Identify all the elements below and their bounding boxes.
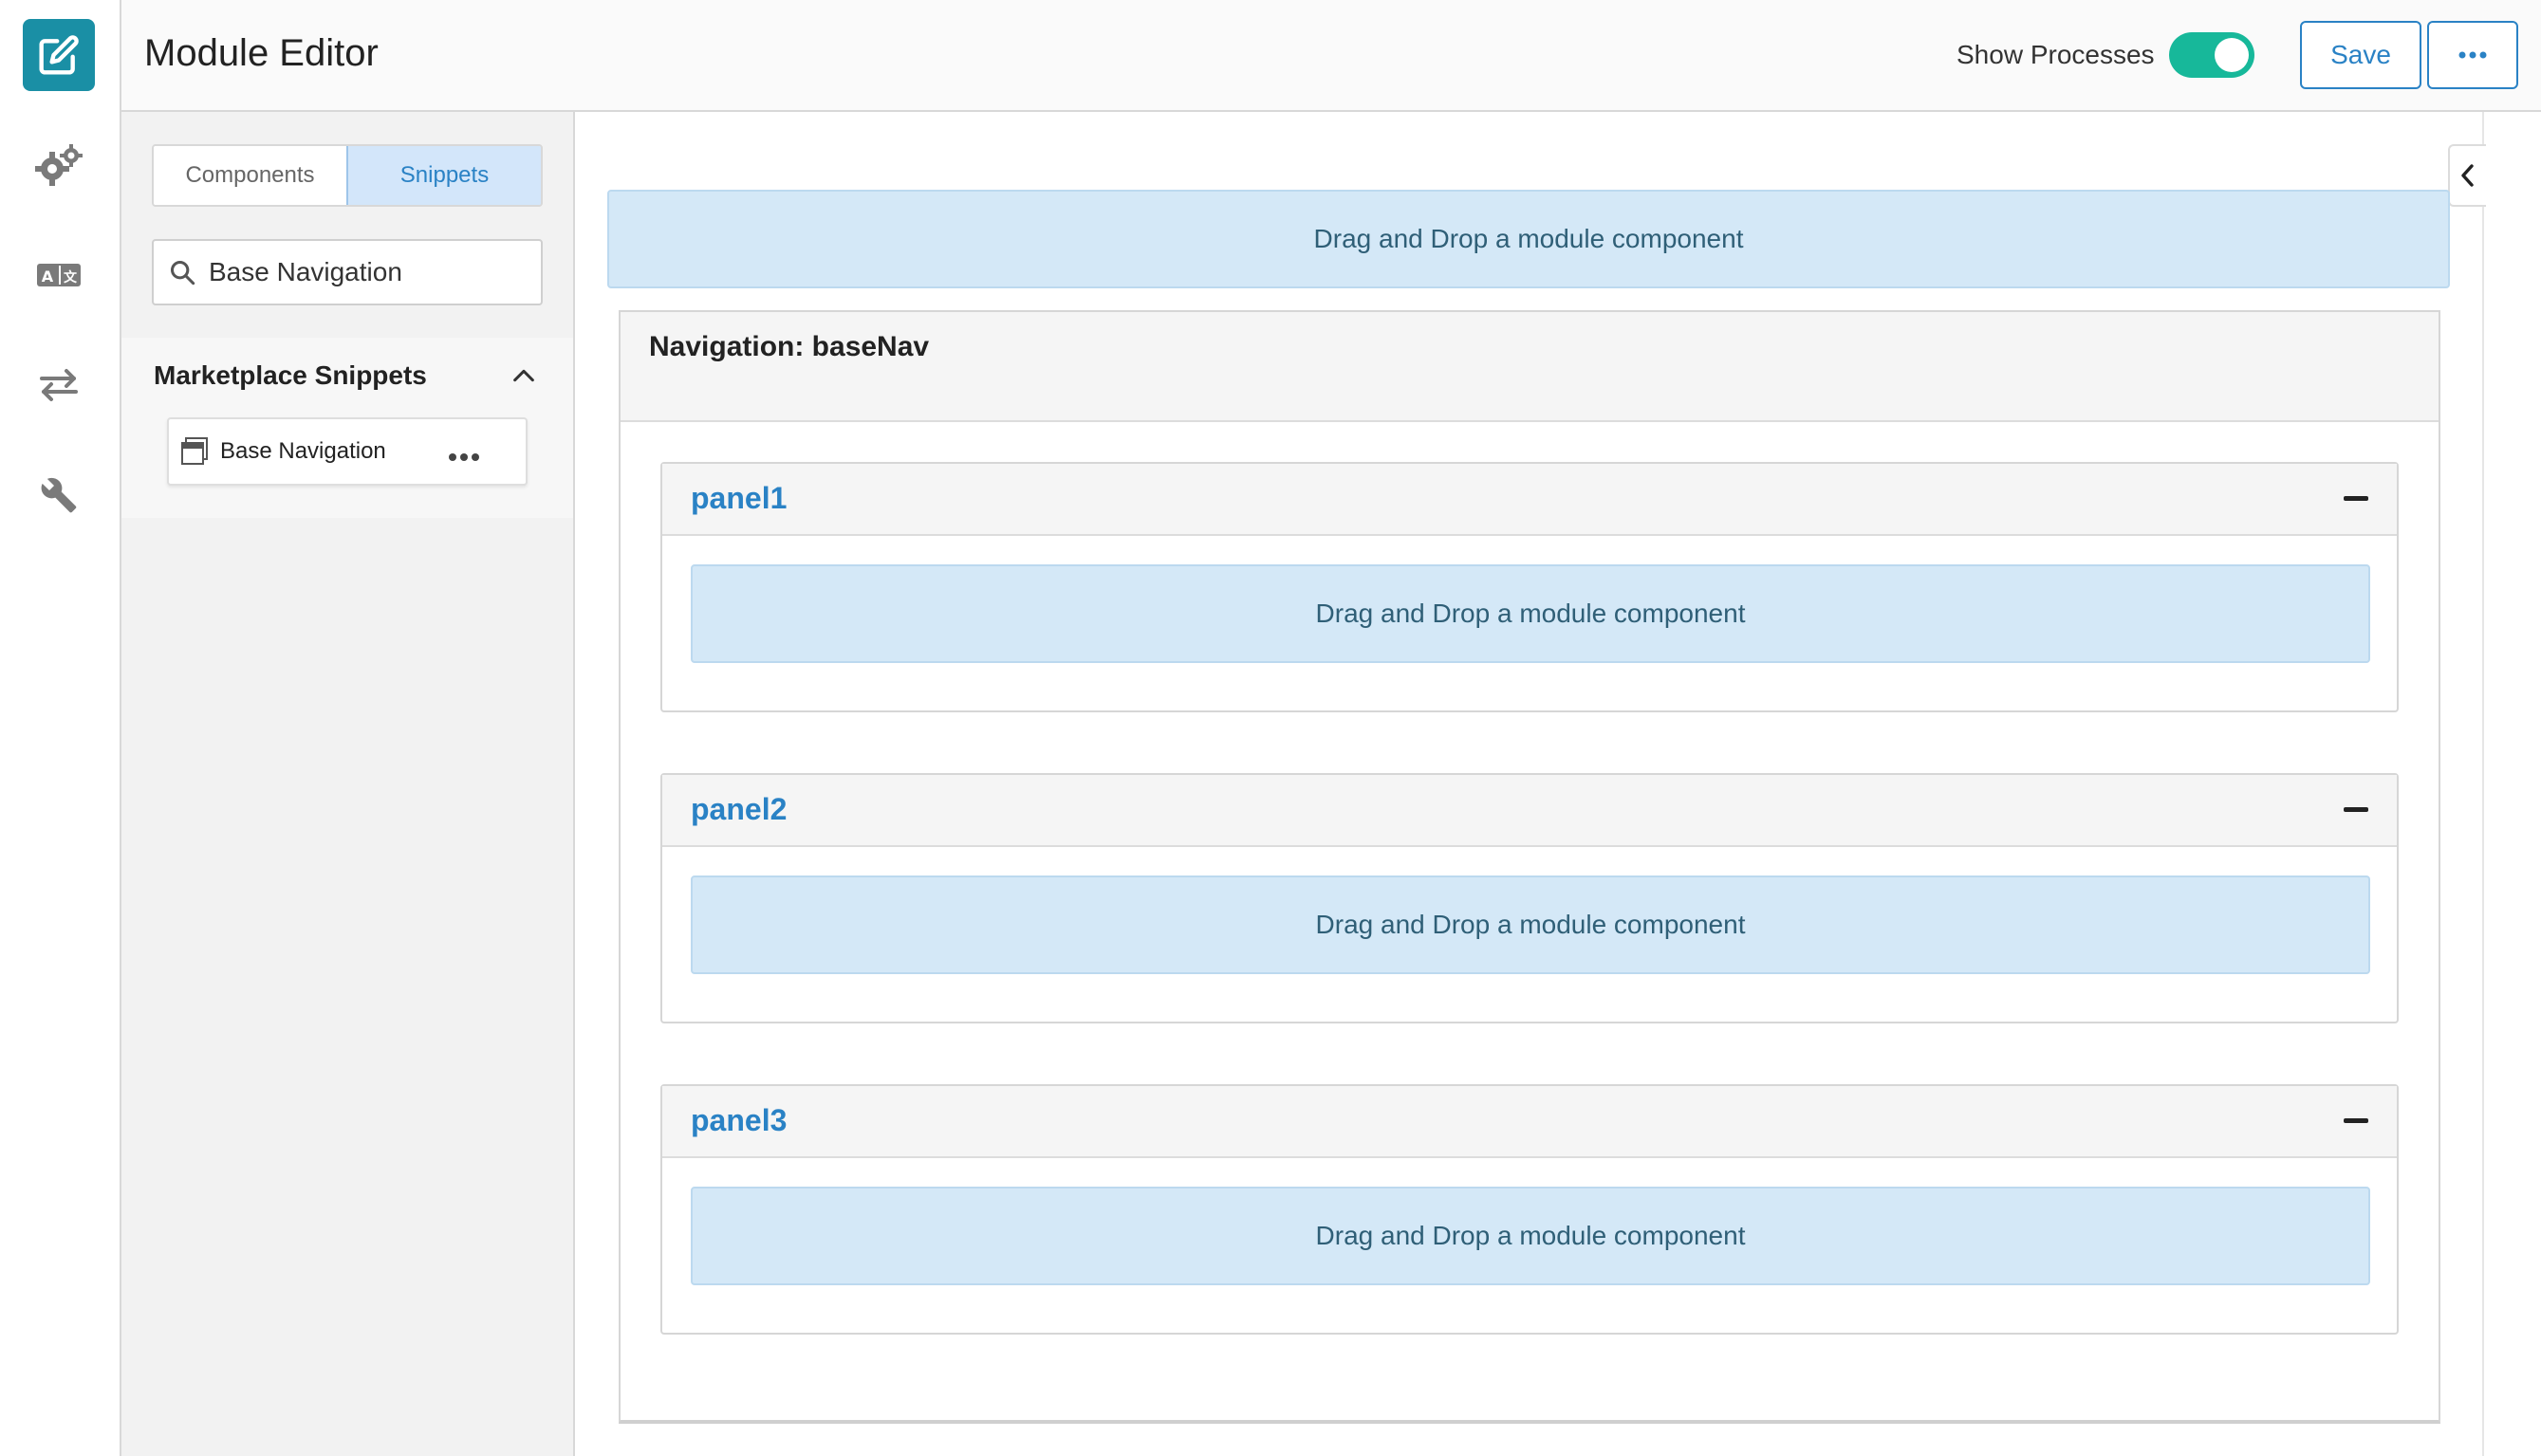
panel-dropzone[interactable]: Drag and Drop a module component (691, 564, 2370, 663)
minus-icon[interactable] (2344, 807, 2368, 812)
snippet-item-base-navigation[interactable]: Base Navigation (167, 417, 528, 486)
icon-rail: A 文 (0, 0, 121, 1456)
panel-3[interactable]: panel3 Drag and Drop a module component (660, 1084, 2399, 1335)
panel-header: panel2 (662, 775, 2397, 847)
collapse-panel-button[interactable] (2448, 144, 2486, 207)
tab-snippets[interactable]: Snippets (346, 146, 541, 205)
right-panel-edge (2482, 112, 2541, 1456)
navigation-component[interactable]: Navigation: baseNav panel1 Drag and Drop… (619, 310, 2440, 1424)
chevron-left-icon (2461, 164, 2474, 187)
svg-text:文: 文 (64, 269, 78, 286)
minus-icon[interactable] (2344, 1118, 2368, 1123)
panel-2[interactable]: panel2 Drag and Drop a module component (660, 773, 2399, 1023)
search-box[interactable] (152, 239, 543, 305)
show-processes-label: Show Processes (1957, 40, 2155, 69)
panel-header: panel3 (662, 1086, 2397, 1158)
show-processes-toggle[interactable] (2169, 32, 2254, 78)
ellipsis-icon (2458, 51, 2487, 59)
ellipsis-icon[interactable] (448, 436, 480, 470)
save-button[interactable]: Save (2300, 21, 2421, 89)
translate-icon[interactable]: A 文 (32, 249, 85, 302)
panel-dropzone[interactable]: Drag and Drop a module component (691, 875, 2370, 974)
page-title: Module Editor (144, 32, 379, 74)
panel-title[interactable]: panel3 (691, 1103, 787, 1138)
gears-icon[interactable] (32, 138, 85, 192)
sidebar-tabs: Components Snippets (152, 144, 543, 207)
panel-dropzone[interactable]: Drag and Drop a module component (691, 1187, 2370, 1285)
window-icon (181, 437, 208, 465)
module-editor-app: A 文 Module Editor Show Processes Save Co… (0, 0, 2541, 1456)
toggle-knob (2215, 38, 2249, 72)
marketplace-snippets-section: Marketplace Snippets Base Navigation (121, 338, 573, 518)
search-input[interactable] (209, 257, 522, 287)
panel-title[interactable]: panel1 (691, 481, 787, 516)
transfer-icon[interactable] (32, 359, 85, 412)
wrench-icon[interactable] (32, 469, 85, 522)
section-title: Marketplace Snippets (154, 360, 427, 390)
edit-icon[interactable] (23, 19, 95, 91)
top-dropzone[interactable]: Drag and Drop a module component (607, 190, 2450, 288)
snippets-sidebar: Components Snippets Marketplace Snippets… (121, 112, 575, 1456)
snippet-label: Base Navigation (220, 438, 386, 464)
navigation-header: Navigation: baseNav (621, 312, 2439, 422)
tab-components[interactable]: Components (154, 146, 346, 205)
search-icon (170, 260, 195, 286)
chevron-up-icon[interactable] (510, 362, 537, 389)
panel-1[interactable]: panel1 Drag and Drop a module component (660, 462, 2399, 712)
panel-header: panel1 (662, 464, 2397, 536)
svg-text:A: A (42, 267, 54, 286)
more-options-button[interactable] (2427, 21, 2518, 89)
navigation-title: Navigation: baseNav (649, 331, 930, 362)
minus-icon[interactable] (2344, 496, 2368, 501)
top-header: Module Editor Show Processes Save (121, 0, 2541, 112)
panel-title[interactable]: panel2 (691, 792, 787, 827)
